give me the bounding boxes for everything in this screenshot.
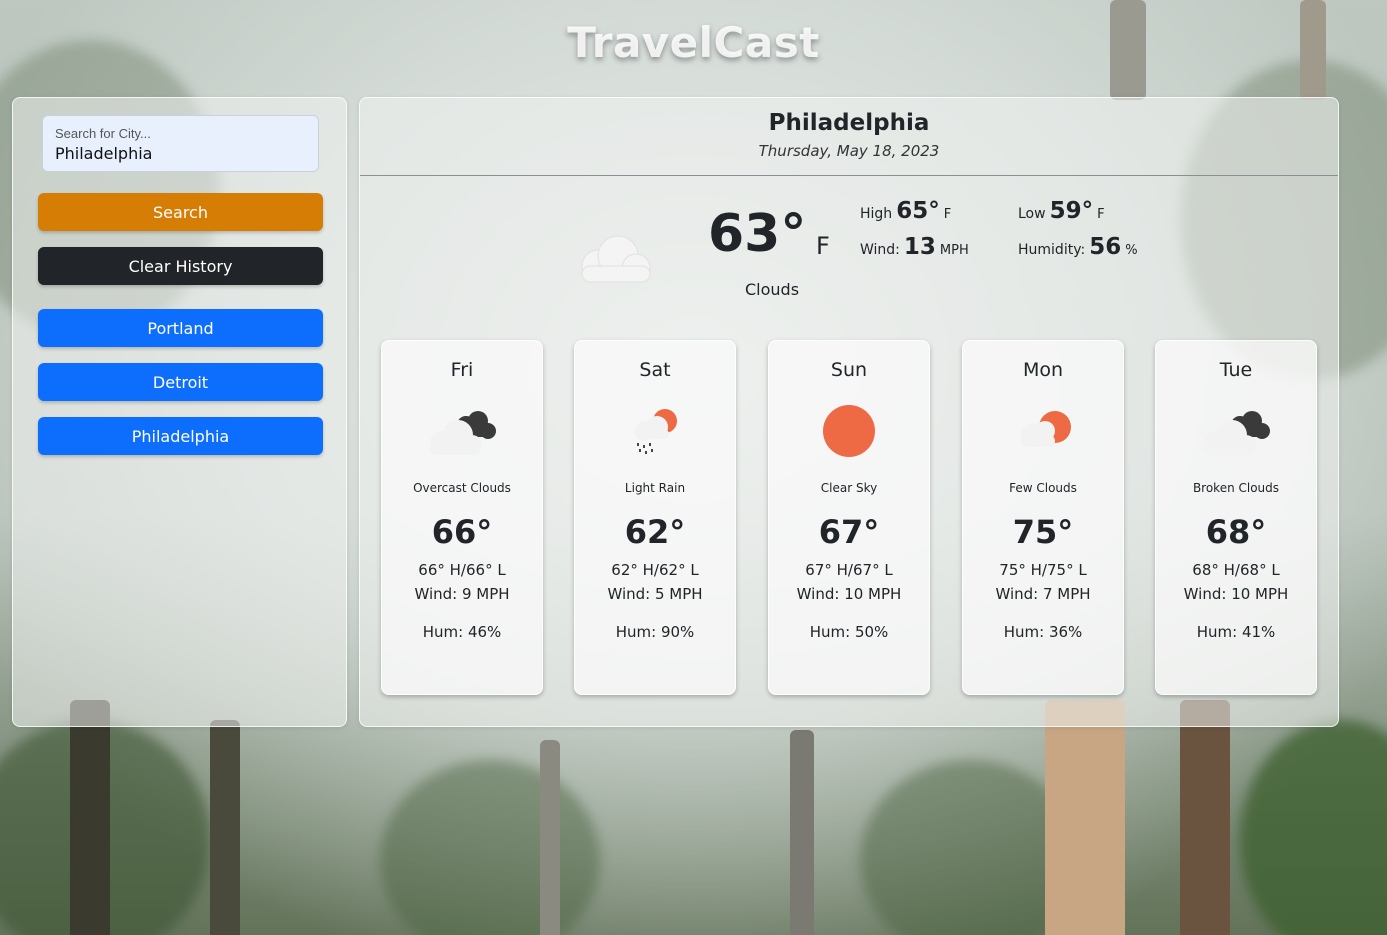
forecast-card: Sat Light Rain 62° 62° H/62° L Wind: 5 M… [574,340,736,695]
app-title: TravelCast [567,18,820,67]
forecast-wind: Wind: 5 MPH [607,585,703,603]
forecast-wind: Wind: 9 MPH [414,585,510,603]
city-name: Philadelphia [768,110,930,136]
forecast-wind: Wind: 10 MPH [1183,585,1289,603]
clear-sky-icon [769,391,929,471]
weather-panel: Philadelphia Thursday, May 18, 2023 63° … [359,97,1339,727]
forecast-temp: 62° [624,513,686,551]
high-stat: High 65° F [860,198,951,224]
forecast-wind: Wind: 7 MPH [995,585,1091,603]
current-temp: 63° [708,204,807,264]
forecast-humidity: Hum: 41% [1196,623,1276,641]
forecast-temp: 68° [1205,513,1267,551]
humidity-unit: % [1125,243,1138,258]
forecast-temp: 75° [1012,513,1074,551]
forecast-card: Mon Few Clouds 75° 75° H/75° L Wind: 7 M… [962,340,1124,695]
wind-label: Wind: [860,242,900,258]
sidebar: Search for City... Search Clear History … [12,97,347,727]
overcast-clouds-icon [382,391,542,471]
forecast-high-low: 75° H/75° L [999,561,1087,579]
forecast-high-low: 68° H/68° L [1192,561,1280,579]
low-label: Low [1018,206,1046,222]
current-description: Clouds [745,280,800,299]
forecast-humidity: Hum: 36% [1003,623,1083,641]
forecast-humidity: Hum: 90% [615,623,695,641]
history-city-button[interactable]: Detroit [38,363,323,401]
broken-clouds-icon [1156,391,1316,471]
forecast-description: Overcast Clouds [413,481,511,495]
high-value: 65° [896,198,940,224]
few-clouds-icon [963,391,1123,471]
forecast-card: Fri Overcast Clouds 66° 66° H/66° L Wind… [381,340,543,695]
clouds-icon [568,228,658,293]
current-header: Philadelphia Thursday, May 18, 2023 [360,98,1338,176]
forecast-high-low: 62° H/62° L [611,561,699,579]
wind-stat: Wind: 13 MPH [860,234,969,260]
current-unit: F [816,232,830,260]
low-unit: F [1097,207,1105,222]
forecast-day: Sat [639,359,671,381]
humidity-stat: Humidity: 56% [1018,234,1138,260]
forecast-temp: 67° [818,513,880,551]
current-weather: 63° F Clouds High 65° F Low 59° F Wind: 13… [360,176,1338,341]
wind-unit: MPH [939,243,969,258]
forecast-card: Sun Clear Sky 67° 67° H/67° L Wind: 10 M… [768,340,930,695]
forecast-high-low: 66° H/66° L [418,561,506,579]
high-unit: F [943,207,952,222]
search-input[interactable] [55,144,306,163]
forecast-humidity: Hum: 46% [422,623,502,641]
low-stat: Low 59° F [1018,198,1105,224]
wind-value: 13 [903,234,936,260]
forecast-description: Few Clouds [1009,481,1077,495]
forecast-day: Tue [1219,359,1253,381]
forecast-humidity: Hum: 50% [809,623,889,641]
low-value: 59° [1049,198,1094,224]
forecast-description: Clear Sky [820,481,878,495]
high-label: High [860,206,893,222]
history-city-button[interactable]: Portland [38,309,323,347]
forecast-high-low: 67° H/67° L [805,561,893,579]
humidity-value: 56 [1089,234,1122,260]
search-box[interactable]: Search for City... [42,115,319,172]
forecast-day: Mon [1022,359,1064,381]
forecast-description: Light Rain [624,481,686,495]
search-label: Search for City... [55,126,151,141]
forecast-day: Fri [450,359,474,381]
clear-history-button[interactable]: Clear History [38,247,323,285]
forecast-temp: 66° [431,513,493,551]
forecast-card: Tue Broken Clouds 68° 68° H/68° L Wind: … [1155,340,1317,695]
forecast-wind: Wind: 10 MPH [796,585,902,603]
forecast-description: Broken Clouds [1192,481,1280,495]
humidity-label: Humidity: [1018,242,1086,258]
forecast-day: Sun [830,359,868,381]
history-city-button[interactable]: Philadelphia [38,417,323,455]
current-date: Thursday, May 18, 2023 [758,142,940,160]
light-rain-icon [575,391,735,471]
search-button[interactable]: Search [38,193,323,231]
